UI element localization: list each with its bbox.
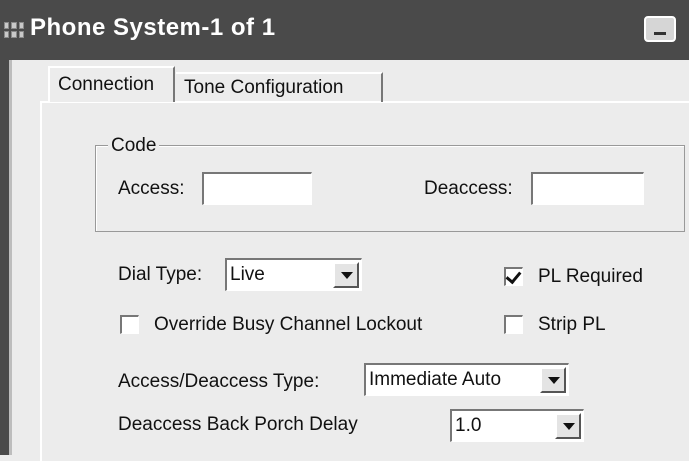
access-deaccess-type-select[interactable]: Immediate Auto	[364, 363, 569, 396]
back-porch-delay-value: 1.0	[455, 415, 482, 436]
tab-tone-configuration-label: Tone Configuration	[184, 77, 344, 98]
override-busy-checkbox[interactable]	[120, 315, 139, 334]
back-porch-delay-select[interactable]: 1.0	[450, 409, 584, 442]
grid-app-icon	[4, 22, 24, 38]
deaccess-label: Deaccess:	[424, 178, 513, 199]
checkmark-icon	[505, 267, 522, 285]
title-bar: Phone System-1 of 1	[0, 0, 689, 60]
deaccess-input[interactable]	[531, 172, 644, 205]
dial-type-label: Dial Type:	[118, 264, 203, 285]
dial-type-select[interactable]: Live	[225, 258, 362, 291]
access-deaccess-type-value: Immediate Auto	[369, 369, 502, 390]
pl-required-checkbox[interactable]	[504, 267, 523, 286]
strip-pl-checkbox[interactable]	[504, 315, 523, 334]
chevron-down-icon[interactable]	[333, 262, 359, 288]
access-label: Access:	[118, 178, 185, 199]
strip-pl-label: Strip PL	[538, 314, 606, 335]
back-porch-delay-label: Deaccess Back Porch Delay	[118, 414, 358, 435]
pl-required-label: PL Required	[538, 266, 643, 287]
tab-connection-label: Connection	[58, 74, 155, 95]
chevron-down-icon[interactable]	[555, 413, 581, 439]
access-deaccess-type-label: Access/Deaccess Type:	[118, 371, 320, 392]
window-frame	[0, 60, 9, 455]
minimize-icon	[654, 32, 666, 35]
code-group-legend: Code	[108, 135, 160, 157]
tab-connection[interactable]: Connection	[48, 66, 175, 102]
override-busy-label: Override Busy Channel Lockout	[154, 314, 423, 335]
dial-type-value: Live	[230, 264, 265, 285]
tab-tone-configuration[interactable]: Tone Configuration	[176, 72, 383, 102]
access-input[interactable]	[202, 172, 312, 205]
window-frame-highlight	[9, 60, 12, 455]
chevron-down-icon[interactable]	[540, 367, 566, 393]
window-title: Phone System-1 of 1	[30, 14, 276, 41]
minimize-button[interactable]	[644, 16, 676, 42]
